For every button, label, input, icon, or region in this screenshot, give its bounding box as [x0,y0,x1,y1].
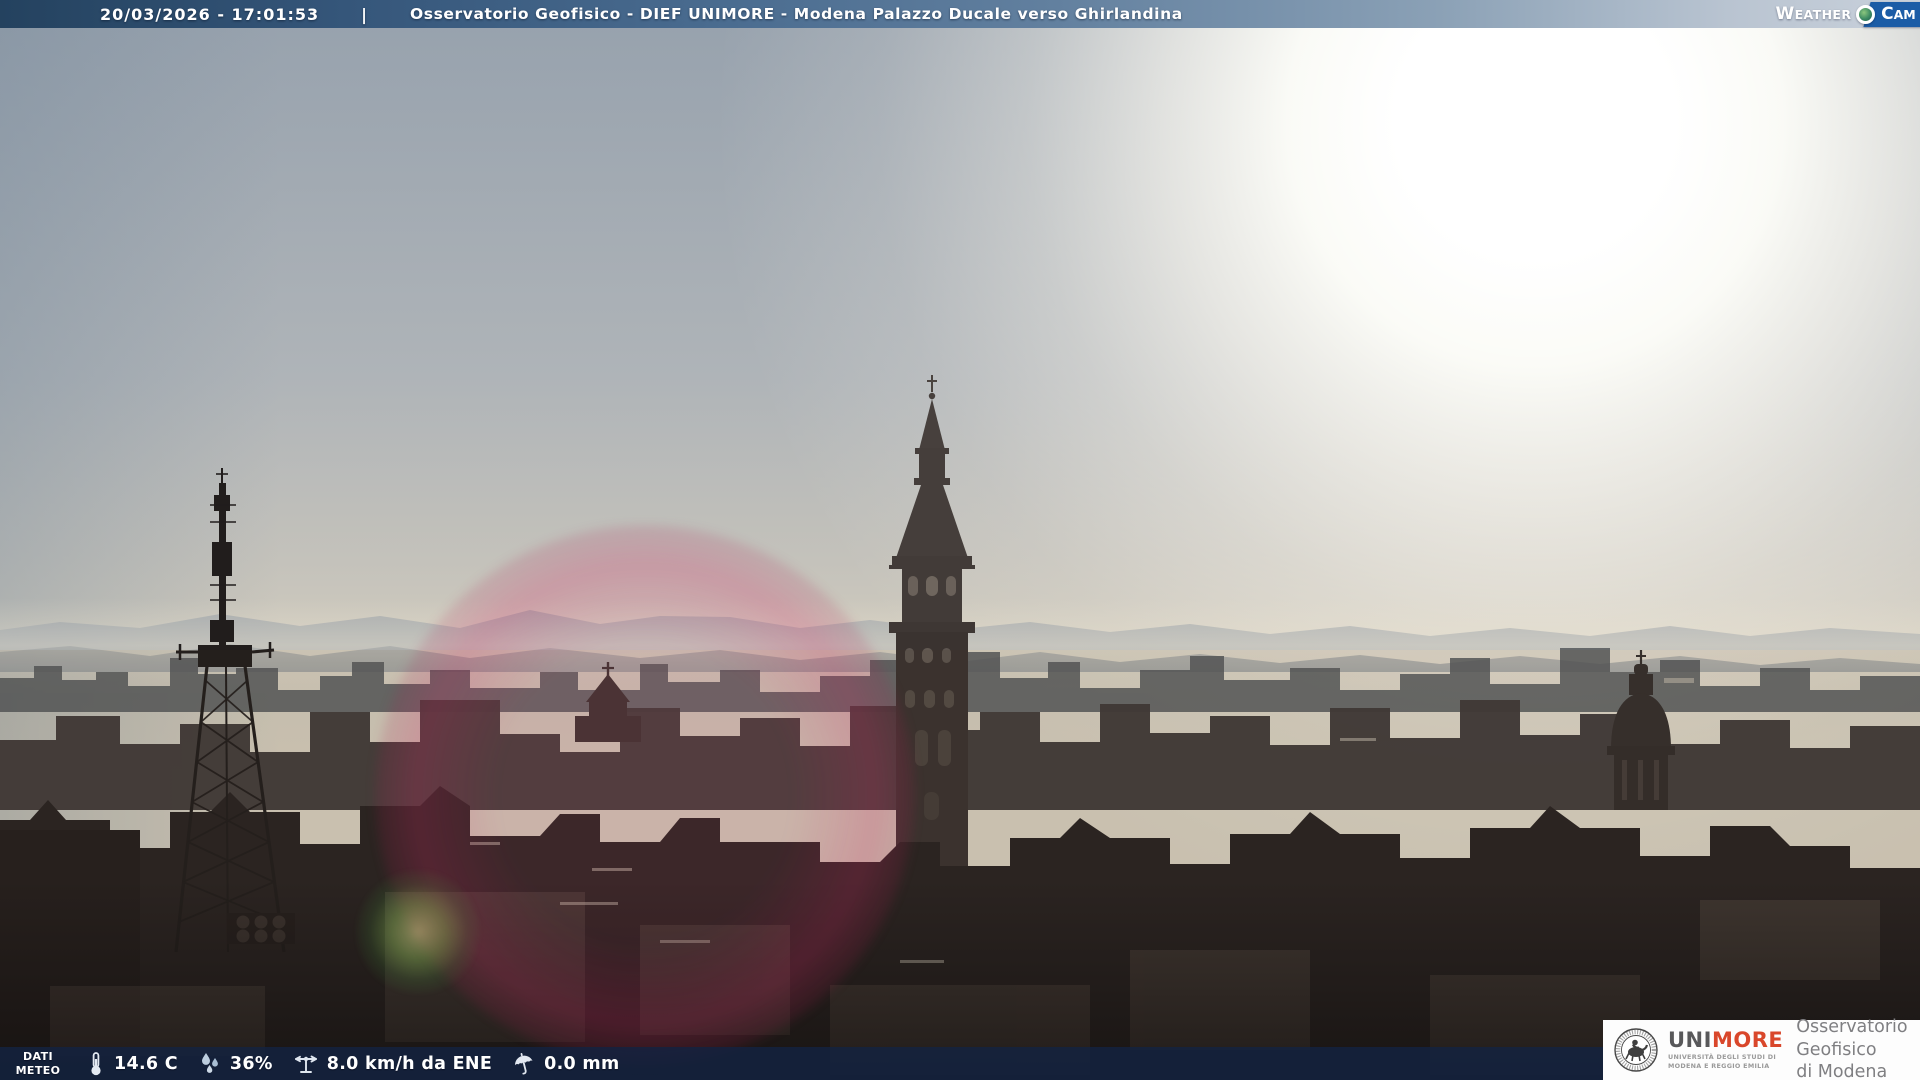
umbrella-icon [515,1052,533,1075]
unimore-subtitle-2: MODENA E REGGIO EMILIA [1668,1061,1770,1070]
unimore-subtitle-1: UNIVERSITÀ DEGLI STUDI DI [1668,1053,1776,1062]
dati-meteo-label: DATI METEO [15,1049,61,1077]
observatory-name: Osservatorio Geofisico di Modena [1796,1016,1908,1080]
top-info-bar: 20/03/2026 - 17:01:53 | Osservatorio Geo… [0,0,1920,28]
humidity-readout: 36% [197,1051,273,1077]
temperature-value: 14.6 C [114,1053,178,1074]
wind-readout: 8.0 km/h da ENE [292,1051,492,1077]
unimore-brand-uni: UNI [1668,1028,1712,1053]
wind-value: 8.0 km/h da ENE [326,1053,493,1074]
unimore-brand-more: MORE [1711,1028,1784,1053]
weathercam-weather-label: WEATHER [1775,4,1852,24]
unimore-seal-icon [1614,1028,1658,1072]
wind-vane-icon [294,1055,317,1073]
thermometer-icon [91,1051,101,1075]
humidity-drops-icon [201,1052,218,1073]
unimore-brand: UNIMORE UNIVERSITÀ DEGLI STUDI DI MODENA… [1668,1030,1783,1070]
unimore-logo[interactable]: UNIMORE UNIVERSITÀ DEGLI STUDI DI MODENA… [1603,1017,1920,1080]
datetime-label: 20/03/2026 - 17:01:53 [100,4,320,24]
precipitation-readout: 0.0 mm [511,1051,619,1077]
weathercam-logo[interactable]: WEATHER CAM [1775,0,1920,28]
temperature-readout: 14.6 C [85,1051,178,1077]
camera-title: Osservatorio Geofisico - DIEF UNIMORE - … [409,5,1183,23]
separator: | [361,4,368,24]
precipitation-value: 0.0 mm [544,1053,620,1074]
webcam-photo [0,0,1920,1080]
weathercam-cam-label: CAM [1881,3,1917,24]
webcam-page: 20/03/2026 - 17:01:53 | Osservatorio Geo… [0,0,1920,1080]
weathercam-globe-icon [1856,4,1876,24]
humidity-value: 36% [229,1053,273,1074]
